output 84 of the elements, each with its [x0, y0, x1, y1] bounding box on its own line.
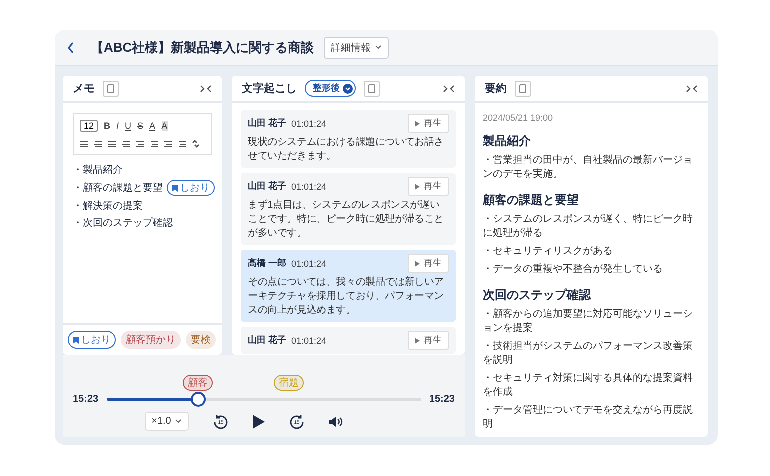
align-icon[interactable]	[150, 140, 158, 148]
play-button[interactable]: 再生	[408, 114, 449, 133]
marker-label[interactable]: 顧客	[182, 375, 213, 391]
bookmark-icon	[73, 336, 79, 344]
speed-dropdown[interactable]: ×1.0	[144, 412, 190, 431]
copy-button[interactable]	[364, 80, 380, 96]
back-icon[interactable]	[67, 42, 75, 54]
timestamp: 01:01:24	[292, 258, 327, 268]
format-button[interactable]: I	[116, 121, 120, 131]
align-icon[interactable]	[164, 140, 172, 148]
transcript-text: 現状のシステムにおける課題についてお話させていただきます。	[248, 136, 446, 164]
play-button[interactable]: 再生	[408, 254, 449, 273]
clipboard-icon	[368, 84, 376, 94]
current-time: 15:23	[73, 394, 99, 405]
summary-line: ・セキュリティ対策に関する具体的な提案資料を作成	[483, 372, 694, 400]
timestamp: 01:01:24	[292, 182, 327, 192]
format-button[interactable]: S	[138, 121, 144, 131]
font-size-select[interactable]: 12	[80, 120, 98, 132]
volume-icon[interactable]	[329, 416, 344, 428]
format-button[interactable]: A	[150, 121, 156, 131]
format-button[interactable]: B	[104, 121, 111, 131]
tag-chip[interactable]: 要検	[186, 331, 216, 349]
format-button[interactable]: U	[125, 121, 132, 131]
tag-chip[interactable]: 顧客預かり	[121, 331, 181, 349]
play-icon	[415, 120, 420, 126]
copy-button[interactable]	[515, 80, 531, 96]
summary-date: 2024/05/21 19:00	[483, 113, 554, 123]
chevron-circle-icon	[343, 84, 353, 94]
play-icon	[415, 338, 420, 344]
clipboard-icon	[107, 84, 115, 94]
speaker-name: 山田 花子	[248, 180, 287, 193]
transcript-text: その点については、我々の製品では新しいアーキテクチャを採用しており、パフォーマンスの向上が見込めます。	[248, 276, 446, 318]
format-button[interactable]: A	[162, 121, 168, 131]
summary-line: ・顧客からの追加要望に対応可能なソリューションを提案	[483, 308, 694, 336]
clipboard-icon	[519, 84, 527, 94]
chevron-down-icon	[375, 45, 382, 50]
transcript-entry[interactable]: 髙橋 一郎 01:01:24 再生 その点については、我々の製品では新しいアーキテクチャを採用しており、パフォーマンスの向上が見込めます。	[241, 250, 456, 322]
timestamp: 01:01:24	[292, 336, 327, 346]
collapse-icon[interactable]	[200, 84, 212, 92]
total-time: 15:23	[429, 394, 455, 405]
summary-line: ・データの重複や不整合が発生している	[483, 263, 664, 277]
transcript-entry[interactable]: 山田 花子 01:01:24 再生 現状のシステムにおける課題についてお話させていただきます。	[241, 110, 456, 168]
speaker-name: 山田 花子	[248, 334, 287, 347]
collapse-icon[interactable]	[443, 84, 455, 92]
timestamp: 01:01:24	[292, 118, 327, 128]
summary-line: ・営業担当の田中が、自社製品の最新バージョンのデモを実施。	[483, 154, 694, 182]
seek-handle[interactable]	[190, 392, 206, 407]
transcript-entry[interactable]: 山田 花子 01:01:24 再生 まず1点目は、システムのレスポンスが遅いことです。特に、ピーク時に処理が滞ることが多いです。	[241, 173, 456, 245]
speaker-name: 髙橋 一郎	[248, 257, 287, 270]
transcript-text: まず1点目は、システムのレスポンスが遅いことです。特に、ピーク時に処理が滞ることが多いです。	[248, 199, 446, 241]
memo-item: ・次回のステップ確認	[73, 216, 173, 230]
align-icon[interactable]	[136, 140, 144, 148]
transcript-entry[interactable]: 山田 花子 01:01:24 再生	[241, 327, 456, 354]
memo-item: ・解決策の提案	[73, 200, 143, 213]
panel-title: 要約	[485, 82, 507, 96]
section-heading: 顧客の課題と要望	[483, 192, 580, 209]
play-icon	[415, 184, 420, 190]
play-button[interactable]: 再生	[408, 331, 449, 350]
summary-line: ・セキュリティリスクがある	[483, 245, 614, 259]
summary-line: ・技術担当がシステムのパフォーマンス改善策を説明	[483, 340, 694, 368]
bookmark-tag[interactable]: しおり	[167, 180, 215, 196]
chevron-down-icon	[175, 419, 182, 424]
play-icon	[415, 260, 420, 266]
summary-line: ・システムのレスポンスが遅く、特にピーク時に処理が滞る	[483, 213, 694, 241]
summary-line: ・データ管理についてデモを交えながら再度説明	[483, 404, 694, 432]
tag-chip[interactable]: しおり	[68, 331, 116, 349]
section-heading: 次回のステップ確認	[483, 287, 592, 304]
memo-item: ・顧客の課題と要望	[73, 182, 163, 195]
speaker-name: 山田 花子	[248, 117, 287, 130]
panel-title: メモ	[73, 82, 95, 96]
play-button[interactable]: 再生	[408, 177, 449, 196]
play-icon[interactable]	[253, 414, 266, 428]
list-icon[interactable]	[80, 140, 88, 148]
panel-title: 文字起こし	[242, 82, 297, 96]
page-title: 【ABC社様】新製品導入に関する商談	[91, 38, 314, 56]
section-heading: 製品紹介	[483, 133, 532, 150]
format-toggle[interactable]: 整形後	[305, 80, 356, 97]
memo-item: ・製品紹介	[73, 164, 123, 177]
copy-button[interactable]	[103, 80, 119, 96]
bookmark-icon	[172, 184, 178, 192]
align-icon[interactable]	[178, 140, 186, 148]
list-icon[interactable]	[94, 140, 102, 148]
details-dropdown[interactable]: 詳細情報	[324, 36, 390, 58]
collapse-icon[interactable]	[686, 84, 698, 92]
